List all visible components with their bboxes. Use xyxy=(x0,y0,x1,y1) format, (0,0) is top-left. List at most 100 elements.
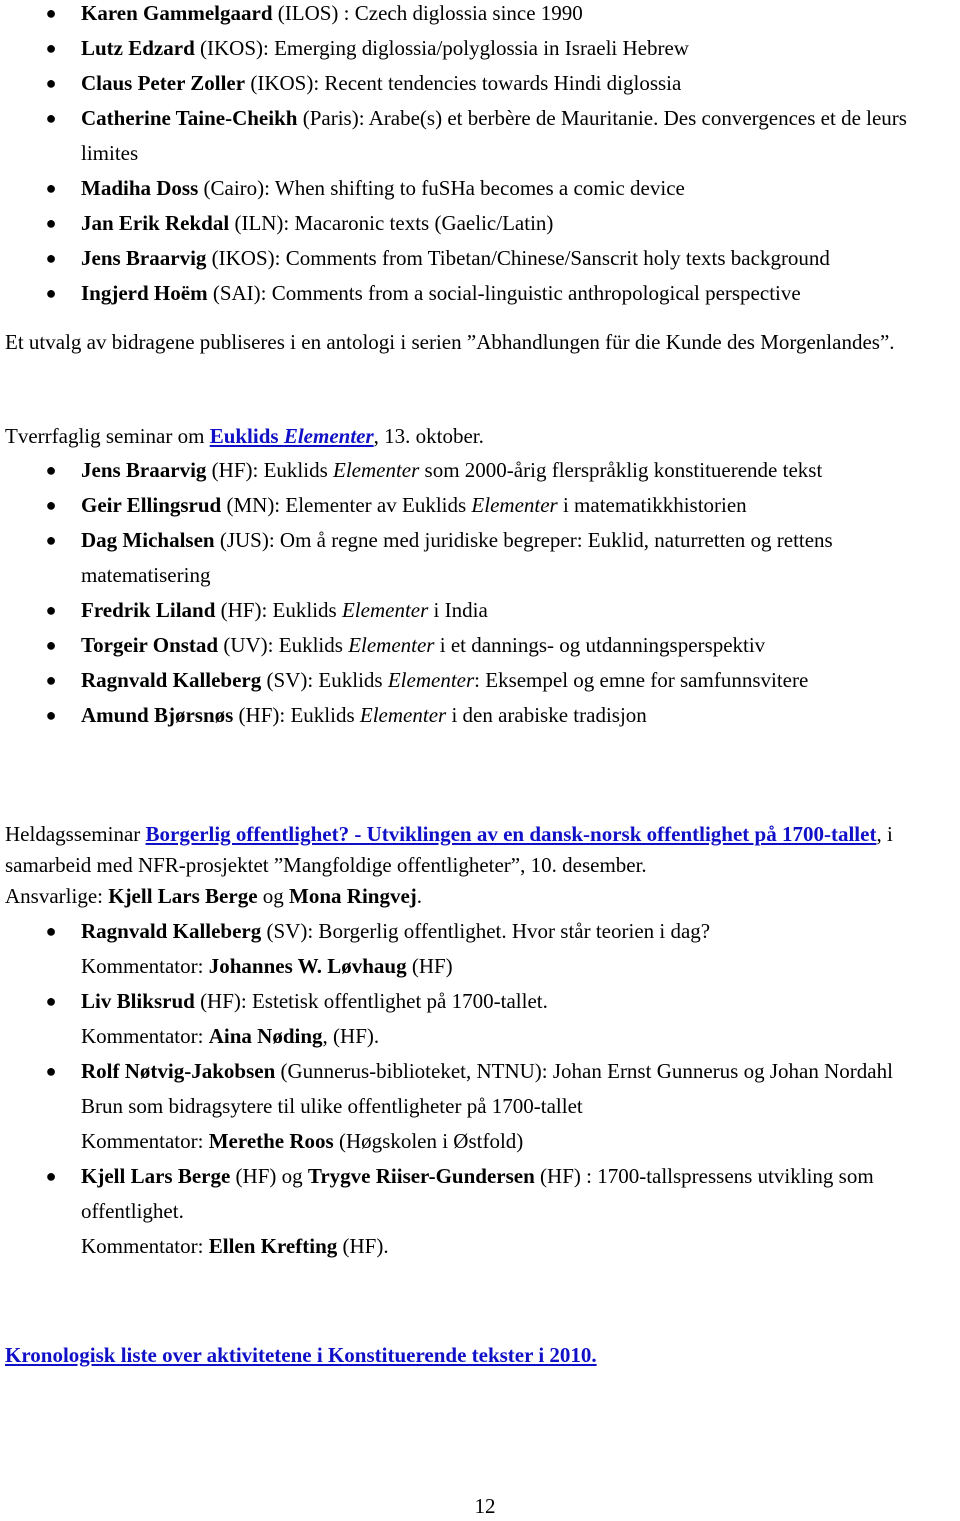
bullet-icon: ● xyxy=(45,530,57,550)
list-item: ● Ragnvald Kalleberg (SV): Euklids Elemen… xyxy=(0,663,960,698)
talk-title-italic: Elementer xyxy=(348,633,435,657)
speaker-name: Lutz Edzard xyxy=(81,36,195,60)
talk-title-end: i India xyxy=(428,598,488,622)
kommentator-name: Merethe Roos xyxy=(208,1129,334,1153)
kommentator-affiliation: , (HF). xyxy=(322,1024,380,1048)
kommentator-affiliation: (HF) xyxy=(406,954,453,978)
kommentator-name: Aina Nøding xyxy=(208,1024,323,1048)
kommentator-name: Johannes W. Løvhaug xyxy=(208,954,407,978)
talk-title: (SAI): Comments from a social-linguistic… xyxy=(207,281,801,305)
speaker-name: Trygve Riiser-Gundersen xyxy=(307,1164,535,1188)
speaker-name: Geir Ellingsrud xyxy=(81,493,222,517)
speaker-name: Jan Erik Rekdal xyxy=(81,211,230,235)
talk-title: (SV): Borgerlig offentlighet. Hvor står … xyxy=(261,919,711,943)
speaker-name: Jens Braarvig xyxy=(81,458,207,482)
talk-title-italic: Elementer xyxy=(333,458,420,482)
kommentator-label: Kommentator: xyxy=(81,954,209,978)
kommentator-line: Kommentator: Johannes W. Løvhaug (HF) xyxy=(81,949,960,984)
list-item: ● Liv Bliksrud (HF): Estetisk offentlighe… xyxy=(0,984,960,1054)
list-item: ● Karen Gammelgaard (ILOS) : Czech diglos… xyxy=(0,0,960,31)
speaker-name: Ragnvald Kalleberg xyxy=(81,919,262,943)
offentlighet-speaker-list: ● Ragnvald Kalleberg (SV): Borgerlig offe… xyxy=(0,914,960,1264)
list-item: ● Rolf Nøtvig-Jakobsen (Gunnerus-bibliote… xyxy=(0,1054,960,1159)
speaker-name: Torgeir Onstad xyxy=(81,633,219,657)
talk-title-italic: Elementer xyxy=(341,598,429,622)
list-item: ● Amund Bjørsnøs (HF): Euklids Elementer … xyxy=(0,698,960,733)
borgerlig-offentlighet-link[interactable]: Borgerlig offentlighet? - Utviklingen av… xyxy=(146,822,877,846)
bullet-icon: ● xyxy=(45,283,57,303)
euklid-speaker-list: ● Jens Braarvig (HF): Euklids Elementer s… xyxy=(0,453,960,733)
kommentator-line: Kommentator: Merethe Roos (Høgskolen i Ø… xyxy=(81,1124,920,1159)
kommentator-line: Kommentator: Ellen Krefting (HF). xyxy=(81,1229,910,1264)
link-text: Euklids xyxy=(209,424,284,448)
bullet-icon: ● xyxy=(45,495,57,515)
list-item: ● Jens Braarvig (IKOS): Comments from Tib… xyxy=(0,241,960,276)
talk-title: (Cairo): When shifting to fuSHa becomes … xyxy=(198,176,685,200)
list-item: ● Ingjerd Hoëm (SAI): Comments from a soc… xyxy=(0,276,960,311)
bullet-icon: ● xyxy=(45,670,57,690)
list-item: ● Lutz Edzard (IKOS): Emerging diglossia/… xyxy=(0,31,960,66)
bullet-icon: ● xyxy=(45,38,57,58)
offentlighet-seminar-heading: Heldagsseminar Borgerlig offentlighet? -… xyxy=(0,819,960,912)
list-item: ● Dag Michalsen (JUS): Om å regne med jur… xyxy=(0,523,960,593)
seminar-intro: Heldagsseminar xyxy=(5,822,146,846)
list-item: ● Jan Erik Rekdal (ILN): Macaronic texts … xyxy=(0,206,960,241)
talk-title: (HF): Euklids xyxy=(233,703,360,727)
speaker-name: Dag Michalsen xyxy=(81,528,215,552)
seminar-date: , 13. oktober. xyxy=(373,424,484,448)
talk-title-italic: Elementer xyxy=(359,703,447,727)
bullet-icon: ● xyxy=(45,73,57,93)
list-item: ● Jens Braarvig (HF): Euklids Elementer s… xyxy=(0,453,960,488)
bullet-icon: ● xyxy=(45,460,57,480)
speaker-name: Jens Braarvig xyxy=(81,246,207,270)
speaker-name: Catherine Taine-Cheikh xyxy=(81,106,298,130)
speaker-name: Karen Gammelgaard xyxy=(81,1,273,25)
list-item: ● Fredrik Liland (HF): Euklids Elementer … xyxy=(0,593,960,628)
period: . xyxy=(416,884,423,908)
euklids-elementer-link[interactable]: Euklids Elementer xyxy=(210,424,374,448)
talk-title-end: i et dannings- og utdanningsperspektiv xyxy=(434,633,766,657)
talk-title: (ILN): Macaronic texts (Gaelic/Latin) xyxy=(229,211,554,235)
bullet-icon: ● xyxy=(45,1166,57,1186)
speaker-name: Kjell Lars Berge xyxy=(81,1164,231,1188)
kommentator-affiliation: (Høgskolen i Østfold) xyxy=(333,1129,524,1153)
talk-title-end: som 2000-årig flerspråklig konstituerend… xyxy=(419,458,823,482)
bullet-icon: ● xyxy=(45,108,57,128)
anthology-note: Et utvalg av bidragene publiseres i en a… xyxy=(5,330,895,354)
talk-title-end: i den arabiske tradisjon xyxy=(446,703,647,727)
conjunction: og xyxy=(257,884,290,908)
ansvarlig-name: Mona Ringvej xyxy=(289,884,417,908)
talk-title: (HF): Estetisk offentlighet på 1700-tall… xyxy=(194,989,548,1013)
talk-title: (IKOS): Comments from Tibetan/Chinese/Sa… xyxy=(206,246,830,270)
speaker-name: Fredrik Liland xyxy=(81,598,216,622)
list-item: ● Claus Peter Zoller (IKOS): Recent tende… xyxy=(0,66,960,101)
euklid-seminar-heading: Tverrfaglig seminar om Euklids Elementer… xyxy=(0,421,960,452)
link-text-italic: Elementer xyxy=(283,424,374,448)
kommentator-label: Kommentator: xyxy=(81,1024,209,1048)
speaker-name: Amund Bjørsnøs xyxy=(81,703,234,727)
kronologisk-liste-link[interactable]: Kronologisk liste over aktivitetene i Ko… xyxy=(5,1343,597,1367)
talk-title: (IKOS): Emerging diglossia/polyglossia i… xyxy=(194,36,689,60)
list-item: ● Geir Ellingsrud (MN): Elementer av Eukl… xyxy=(0,488,960,523)
ansvarlig-name: Kjell Lars Berge xyxy=(108,884,258,908)
bullet-icon: ● xyxy=(45,600,57,620)
speaker-name: Rolf Nøtvig-Jakobsen xyxy=(81,1059,276,1083)
talk-title: (IKOS): Recent tendencies towards Hindi … xyxy=(245,71,682,95)
kommentator-label: Kommentator: xyxy=(81,1234,209,1258)
talk-title-italic: Elementer xyxy=(387,668,475,692)
bullet-icon: ● xyxy=(45,921,57,941)
speaker-name: Ingjerd Hoëm xyxy=(81,281,208,305)
bullet-icon: ● xyxy=(45,213,57,233)
bullet-icon: ● xyxy=(45,178,57,198)
speaker-name: Liv Bliksrud xyxy=(81,989,195,1013)
bullet-icon: ● xyxy=(45,705,57,725)
footer-link-paragraph: Kronologisk liste over aktivitetene i Ko… xyxy=(0,1340,960,1371)
bullet-icon: ● xyxy=(45,1061,57,1081)
bullet-icon: ● xyxy=(45,635,57,655)
talk-title: (HF): Euklids xyxy=(215,598,342,622)
kommentator-name: Ellen Krefting xyxy=(208,1234,338,1258)
talk-title: (ILOS) : Czech diglossia since 1990 xyxy=(272,1,583,25)
bullet-icon: ● xyxy=(45,991,57,1011)
kommentator-affiliation: (HF). xyxy=(337,1234,389,1258)
list-item: ● Madiha Doss (Cairo): When shifting to f… xyxy=(0,171,960,206)
